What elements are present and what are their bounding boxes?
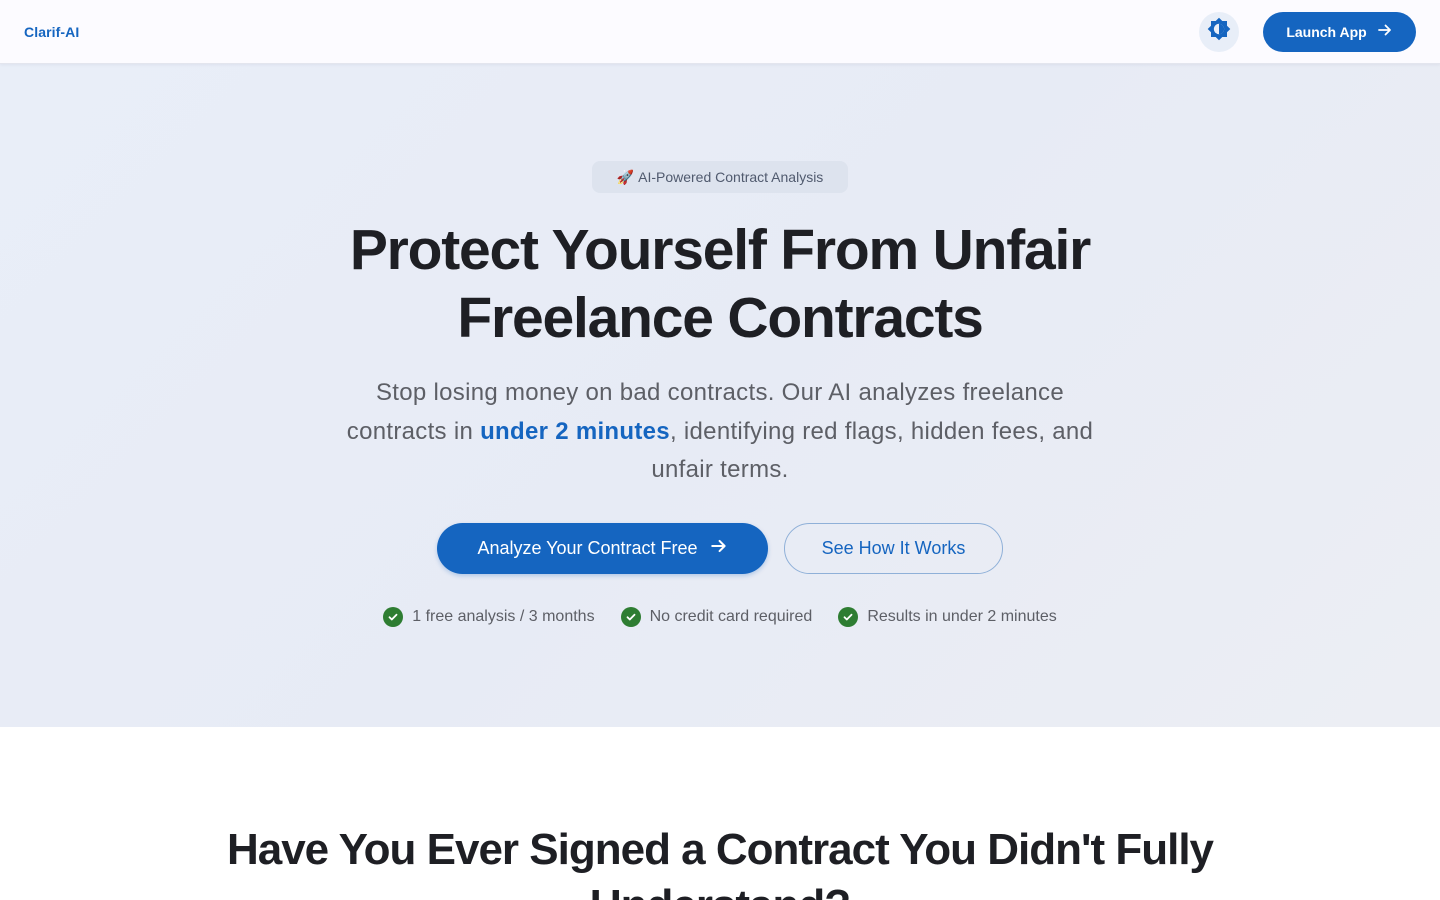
subtitle-highlight: under 2 minutes bbox=[480, 417, 670, 445]
problem-section-title: Have You Ever Signed a Contract You Didn… bbox=[226, 825, 1214, 900]
brand-logo[interactable]: Clarif-AI bbox=[24, 24, 79, 40]
feature-item: Results in under 2 minutes bbox=[838, 607, 1057, 627]
check-circle-icon bbox=[620, 607, 641, 627]
arrow-right-icon bbox=[710, 537, 728, 560]
hero-subtitle: Stop losing money on bad contracts. Our … bbox=[330, 374, 1110, 490]
cta-row: Analyze Your Contract Free See How It Wo… bbox=[0, 523, 1440, 574]
feature-item: 1 free analysis / 3 months bbox=[383, 607, 595, 627]
check-circle-icon bbox=[838, 607, 859, 627]
badge-text: AI-Powered Contract Analysis bbox=[638, 169, 824, 185]
analyze-contract-label: Analyze Your Contract Free bbox=[477, 538, 698, 558]
see-how-it-works-label: See How It Works bbox=[821, 538, 966, 558]
check-circle-icon bbox=[383, 607, 404, 627]
theme-toggle-button[interactable] bbox=[1199, 11, 1239, 52]
hero-title-line-1: Protect Yourself From Unfair bbox=[349, 218, 1091, 282]
launch-app-button[interactable]: Launch App bbox=[1263, 11, 1416, 52]
hero-section: 🚀 AI-Powered Contract Analysis Protect Y… bbox=[0, 64, 1440, 727]
feature-text: 1 free analysis / 3 months bbox=[412, 608, 595, 625]
analyze-contract-button[interactable]: Analyze Your Contract Free bbox=[437, 523, 768, 574]
launch-app-label: Launch App bbox=[1286, 23, 1367, 40]
rocket-icon: 🚀 bbox=[616, 168, 635, 185]
feature-text: Results in under 2 minutes bbox=[867, 608, 1057, 625]
header-actions: Launch App bbox=[1199, 11, 1416, 52]
feature-text: No credit card required bbox=[649, 608, 813, 625]
brightness-icon bbox=[1207, 17, 1231, 46]
hero-title: Protect Yourself From Unfair Freelance C… bbox=[320, 216, 1120, 352]
feature-list: 1 free analysis / 3 months No credit car… bbox=[0, 607, 1440, 627]
hero-title-line-2: Freelance Contracts bbox=[457, 286, 983, 350]
subtitle-part-2: , identifying red flags, hidden fees, an… bbox=[651, 417, 1094, 484]
ai-badge: 🚀 AI-Powered Contract Analysis bbox=[592, 161, 848, 193]
arrow-right-icon bbox=[1377, 22, 1393, 41]
feature-item: No credit card required bbox=[620, 607, 813, 627]
see-how-it-works-button[interactable]: See How It Works bbox=[784, 523, 1003, 574]
top-app-bar: Clarif-AI Launch App bbox=[0, 0, 1440, 64]
